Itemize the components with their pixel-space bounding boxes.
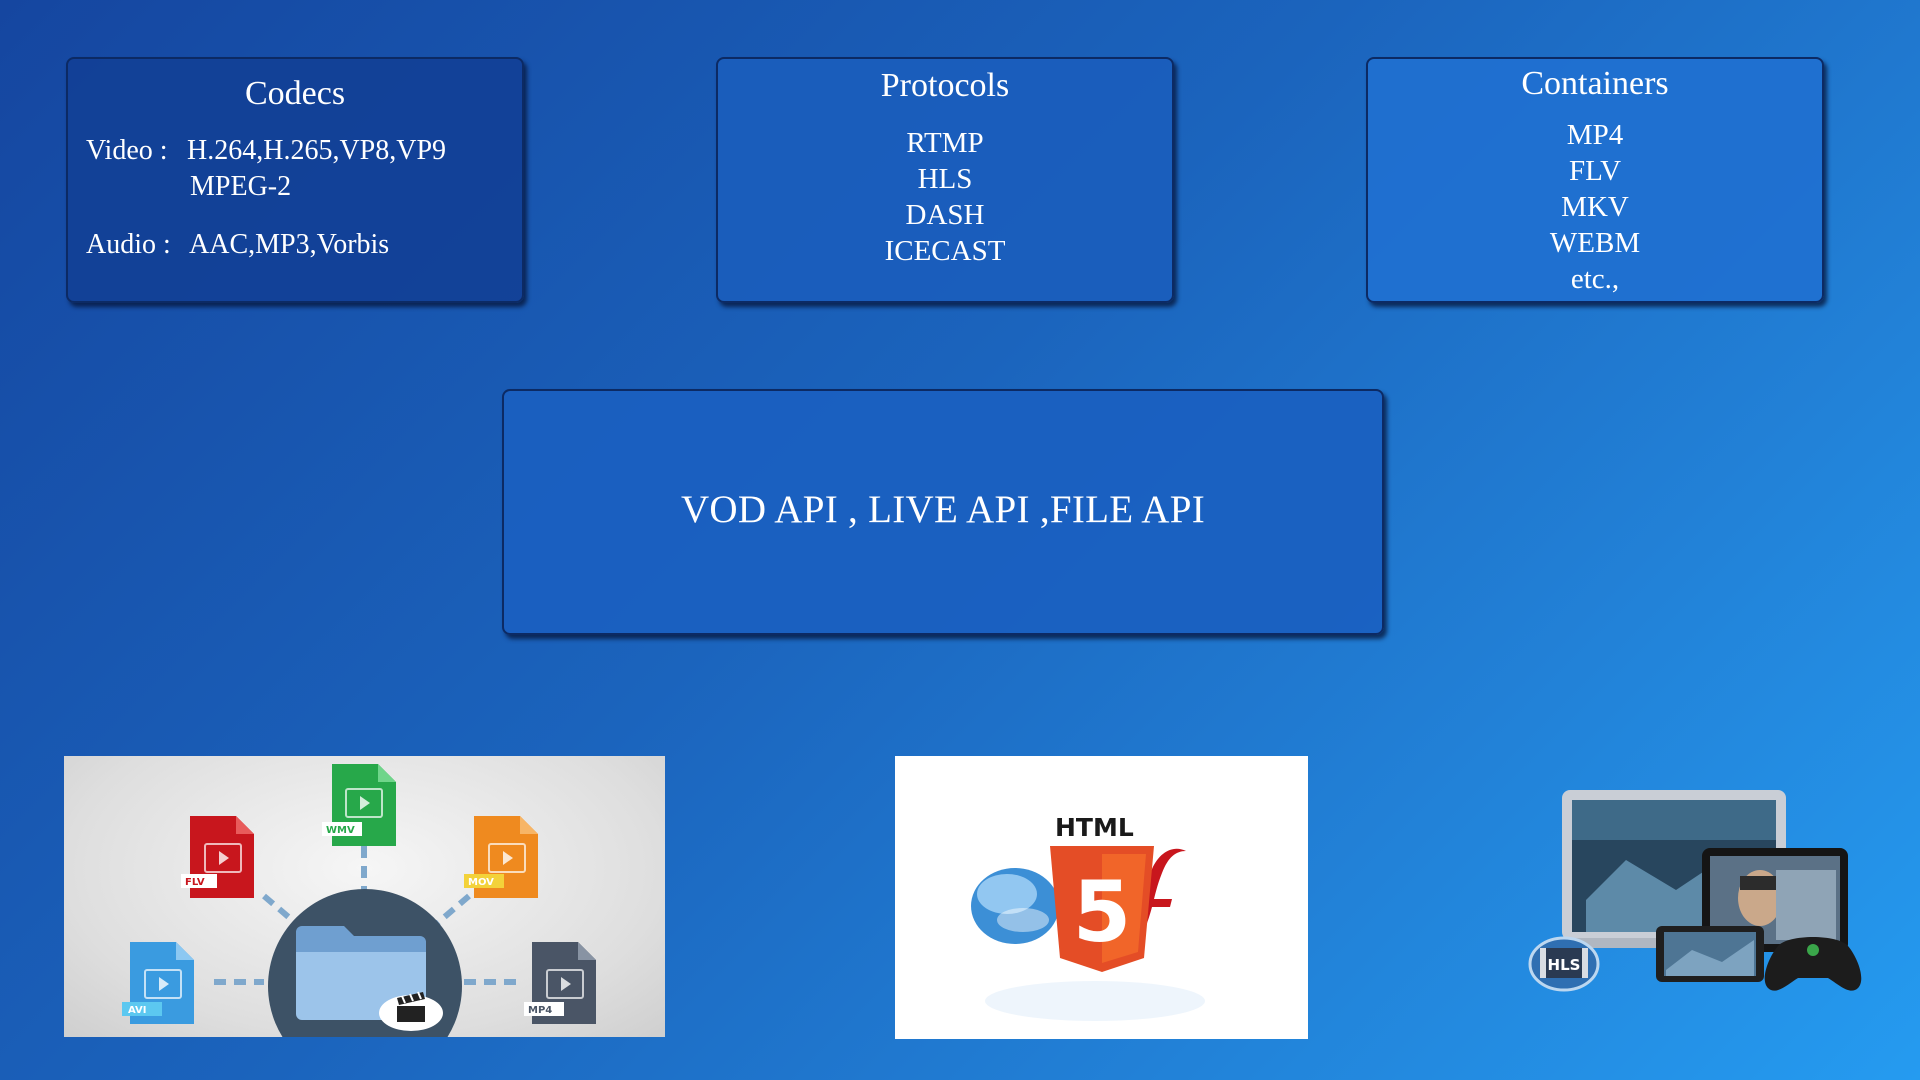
protocols-title: Protocols bbox=[880, 67, 1010, 104]
api-card: VOD API , LIVE API ,FILE API bbox=[502, 389, 1384, 635]
protocol-item: RTMP bbox=[906, 127, 984, 159]
codecs-audio-values: AAC,MP3,Vorbis bbox=[189, 229, 390, 260]
protocol-item: DASH bbox=[905, 199, 985, 231]
container-item: WEBM bbox=[1549, 227, 1641, 259]
protocols-card: Protocols RTMP HLS DASH ICECAST bbox=[716, 57, 1174, 303]
mov-file-icon: MOV bbox=[464, 816, 538, 898]
codecs-audio-label: Audio : bbox=[86, 229, 171, 260]
video-formats-illustration: FLV WMV MOV AVI MP4 bbox=[64, 756, 665, 1037]
codecs-title: Codecs bbox=[244, 75, 346, 112]
flv-file-icon: FLV bbox=[181, 816, 254, 898]
codecs-video-values: H.264,H.265,VP8,VP9 bbox=[187, 135, 447, 166]
silverlight-icon bbox=[971, 868, 1059, 944]
avi-file-icon: AVI bbox=[122, 942, 194, 1024]
devices-streaming-image: HLS bbox=[1516, 780, 1876, 1010]
wmv-label: WMV bbox=[326, 825, 355, 836]
hls-badge-icon: HLS bbox=[1528, 936, 1600, 992]
flv-label: FLV bbox=[185, 877, 205, 888]
container-item: MKV bbox=[1561, 191, 1629, 223]
web-technologies-logo-image: HTML 5 bbox=[895, 756, 1308, 1039]
container-item: etc., bbox=[1570, 263, 1620, 295]
phone-icon bbox=[1656, 926, 1764, 982]
containers-title: Containers bbox=[1521, 65, 1669, 102]
api-text: VOD API , LIVE API ,FILE API bbox=[680, 488, 1206, 531]
container-item: MP4 bbox=[1566, 119, 1624, 151]
mp4-file-icon: MP4 bbox=[524, 942, 596, 1024]
wmv-file-icon: WMV bbox=[322, 764, 396, 846]
html5-heading: HTML bbox=[1055, 813, 1134, 842]
containers-card: Containers MP4 FLV MKV WEBM etc., bbox=[1366, 57, 1824, 303]
protocol-item: HLS bbox=[917, 163, 973, 195]
game-controller-icon bbox=[1764, 937, 1862, 991]
mp4-label: MP4 bbox=[528, 1005, 552, 1016]
codecs-video-label: Video : bbox=[86, 135, 168, 166]
codecs-video-values-2: MPEG-2 bbox=[190, 171, 292, 202]
codecs-card: Codecs Video : H.264,H.265,VP8,VP9 MPEG-… bbox=[66, 57, 524, 303]
hls-badge-label: HLS bbox=[1548, 956, 1581, 974]
avi-label: AVI bbox=[128, 1005, 147, 1016]
mov-label: MOV bbox=[468, 877, 494, 888]
html5-logo: HTML 5 bbox=[1050, 813, 1154, 972]
container-item: FLV bbox=[1568, 155, 1622, 187]
html5-digit: 5 bbox=[1073, 863, 1131, 961]
protocol-item: ICECAST bbox=[884, 235, 1006, 267]
